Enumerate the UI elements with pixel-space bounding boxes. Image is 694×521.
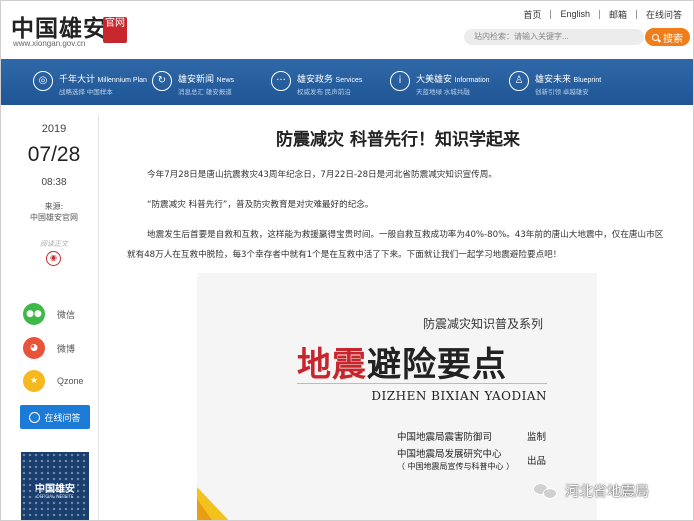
poster-org: 中国地震局震害防御司 [397,432,493,443]
article-title: 防震减灾 科普先行！知识学起来 [276,130,520,150]
logo-text: 中国雄安 [11,15,107,42]
nav-item-information[interactable]: i 大美雄安 Information 天蓝地绿 水城共融 [380,59,499,105]
share-wechat-button[interactable]: ●● 微信 [23,303,93,325]
logo-seal-icon: 官网 [103,17,127,43]
read-aloud-label: 阅读正文 [40,240,68,248]
share-qzone-button[interactable]: ★ Qzone [23,370,93,392]
info-icon: i [390,71,410,91]
article-paragraph: 今年7月28日是唐山抗震救灾43周年纪念日，7月22日-28日是河北省防震减灾知… [147,170,497,180]
qr-code: 中国雄安 OFFICIAL WEBSITE [21,452,89,520]
nav-item-title-en: Blueprint [573,77,602,84]
nav-item-title-en: Information [454,77,490,84]
nav-item-subtitle: 战略选择 中国样本 [59,89,113,96]
poster-headline-red: 地震 [297,345,367,385]
source-value: 中国雄安官网 [30,213,78,222]
top-link-english[interactable]: English [551,9,599,19]
page-frame: 中国雄安 官网 www.xiongan.gov.cn 首页 English 邮箱… [0,0,694,521]
qr-subtitle: OFFICIAL WEBSITE [36,494,74,499]
nav-item-services[interactable]: ··· 雄安政务 Services 权威发布 民声前沿 [261,59,380,105]
article-paragraph: “防震减灾 科普先行”，普及防灾教育是对灾难最好的纪念。 [147,200,374,210]
online-qa-label: 在线问答 [44,413,81,424]
poster-role: 出品 [527,456,547,467]
search-button[interactable]: 搜索 [645,28,690,46]
search-input[interactable]: 站内检索：请输入关键字... [464,29,644,45]
site-header: 中国雄安 官网 www.xiongan.gov.cn 首页 English 邮箱… [1,1,693,59]
nav-item-title: 千年大计 [59,74,96,84]
poster-series: 防震减灾知识普及系列 [422,317,543,331]
search-button-label: 搜索 [663,33,683,45]
share-weibo-button[interactable]: ◕ 微博 [23,337,93,359]
poster-role: 监制 [527,432,547,443]
qr-logo: 中国雄安 [35,484,75,495]
publish-date: 07/28 [27,143,81,166]
source-label: 来源: [44,202,64,211]
poster-org: （ 中国地震局宣传与科普中心 ） [397,462,515,471]
nav-item-subtitle: 消息总汇 雄安报道 [178,89,232,96]
online-qa-button[interactable]: 在线问答 [20,405,90,429]
divider [297,383,547,384]
article-paragraph: 地震发生后首要是自救和互救，这样能为救援赢得宝贵时间。一般自救互救成功率为40%… [127,230,664,260]
poster-headline: 地震避险要点 [297,337,507,386]
wechat-icon: ●● [23,303,45,325]
qzone-icon: ★ [23,370,45,392]
wechat-watermark-icon [533,481,559,501]
nav-item-news[interactable]: ↻ 雄安新闻 News 消息总汇 雄安报道 [142,59,261,105]
chat-bubble-icon [29,411,41,423]
logo-url: www.xiongan.gov.cn [13,39,86,48]
nav-item-title: 大美雄安 [416,74,453,84]
nav-item-title-en: Services [335,77,363,84]
share-label: Qzone [57,376,84,386]
main-nav: ◎ 千年大计 Millennium Plan 战略选择 中国样本 ↻ 雄安新闻 … [1,59,693,105]
top-link-home[interactable]: 首页 [514,8,550,21]
weibo-icon: ◕ [23,337,45,359]
news-icon: ↻ [152,71,172,91]
article-sidebar: 2019 07/28 08:38 来源: 中国雄安官网 阅读正文 ◉ ●● 微信… [9,115,99,520]
watermark: 河北省地震局 [533,479,649,503]
nav-item-title: 雄安政务 [297,74,334,84]
search-icon [652,33,659,41]
chat-icon: ··· [271,71,291,91]
poster-org: 中国地震局发展研究中心 [397,449,502,460]
nav-item-subtitle: 权威发布 民声前沿 [297,89,351,96]
nav-item-subtitle: 创新引领 卓越雄安 [535,89,589,96]
watermark-text: 河北省地震局 [565,484,649,500]
site-logo[interactable]: 中国雄安 官网 www.xiongan.gov.cn [11,9,127,51]
nav-item-title: 雄安新闻 [178,74,215,84]
poster-decoration-shape [197,487,229,520]
nav-item-title-en: Millennium Plan [97,77,147,84]
nav-item-title: 雄安未来 [535,74,572,84]
nav-item-title-en: News [216,77,235,84]
person-icon: ♙ [509,71,529,91]
publish-time: 08:38 [41,177,67,188]
top-link-online-qa[interactable]: 在线问答 [637,8,691,21]
poster-headline-black: 避险要点 [367,345,507,385]
share-label: 微博 [57,343,76,354]
top-link-mail[interactable]: 邮箱 [600,8,636,21]
share-label: 微信 [57,309,76,320]
audio-icon[interactable]: ◉ [46,251,61,266]
nav-item-blueprint[interactable]: ♙ 雄安未来 Blueprint 创新引领 卓越雄安 [499,59,618,105]
publish-year: 2019 [41,123,67,135]
target-icon: ◎ [33,71,53,91]
poster-pinyin: DIZHEN BIXIAN YAODIAN [371,389,547,403]
nav-item-subtitle: 天蓝地绿 水城共融 [416,89,470,96]
nav-item-millennium-plan[interactable]: ◎ 千年大计 Millennium Plan 战略选择 中国样本 [23,59,147,105]
top-links: 首页 English 邮箱 在线问答 [514,7,691,21]
